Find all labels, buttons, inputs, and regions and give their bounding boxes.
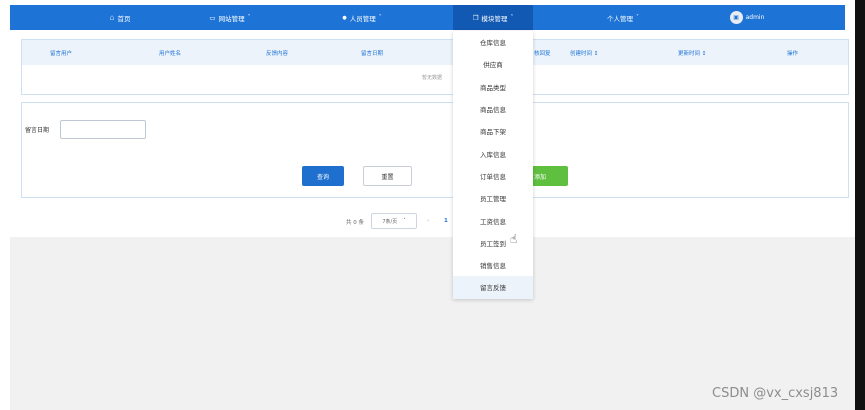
reset-button[interactable]: 重置	[363, 166, 412, 186]
th-name: 用户姓名	[159, 51, 182, 57]
user-icon: ●	[342, 14, 347, 21]
nav-item-label: 网站管理	[218, 14, 245, 23]
nav-user[interactable]: ▣ admin	[722, 5, 772, 30]
th-reply: 核回复	[534, 51, 551, 57]
dropdown-item-orders[interactable]: 订单信息	[453, 165, 533, 187]
chevron-down-icon: ˅	[403, 218, 406, 224]
dropdown-item-checkin[interactable]: 员工签到	[453, 232, 533, 254]
pointer-cursor-icon: ☝	[510, 232, 518, 246]
content-background	[10, 237, 855, 410]
window-edge	[855, 0, 865, 410]
dropdown-item-product-type[interactable]: 商品类型	[453, 76, 533, 98]
th-user: 留言用户	[50, 51, 73, 57]
user-name: admin	[745, 14, 765, 21]
data-table: 留言用户 用户姓名 反馈内容 留言日期 核回复 创建时间 ↕ 更新时间 ↕ 操作…	[21, 39, 849, 95]
dropdown-item-sales[interactable]: 销售信息	[453, 254, 533, 276]
copy-icon: ❐	[472, 13, 479, 22]
page: ⌂ 首页 ▭ 网站管理 ˅ ● 人员管理 ˅ ❐ 模块管理 ˄ 个人管理 ˅ ▣…	[0, 0, 855, 410]
th-date: 留言日期	[361, 51, 384, 57]
nav-item-staff[interactable]: ● 人员管理 ˅	[322, 5, 402, 30]
dropdown-item-feedback[interactable]: 留言反馈	[453, 276, 533, 299]
dropdown-item-staff[interactable]: 员工管理	[453, 187, 533, 209]
page-size-select[interactable]: 7条/页 ˅	[371, 213, 417, 229]
chevron-down-icon: ˅	[636, 14, 639, 21]
modules-dropdown: 仓库信息 供应商 商品类型 商品信息 商品下架 入库信息 订单信息 员工管理 工…	[453, 31, 533, 299]
page-size-value: 7条/页	[382, 218, 398, 225]
th-created[interactable]: 创建时间 ↕	[570, 49, 598, 57]
nav-item-label: 模块管理	[481, 14, 508, 23]
top-nav: ⌂ 首页 ▭ 网站管理 ˅ ● 人员管理 ˅ ❐ 模块管理 ˄ 个人管理 ˅ ▣…	[10, 5, 845, 30]
current-page[interactable]: 1	[444, 218, 448, 224]
monitor-icon: ▭	[209, 13, 216, 22]
dropdown-item-product-offshelf[interactable]: 商品下架	[453, 120, 533, 142]
add-button[interactable]: 添加	[532, 166, 568, 186]
chevron-down-icon: ˅	[247, 14, 251, 21]
th-content: 反馈内容	[266, 51, 289, 57]
query-button[interactable]: 查询	[302, 166, 344, 186]
search-panel: 留言日期 查询 重置 添加	[21, 102, 849, 198]
dropdown-item-supplier[interactable]: 供应商	[453, 53, 533, 75]
nav-item-label: 人员管理	[349, 14, 376, 23]
th-actions: 操作	[787, 51, 799, 57]
nav-item-website[interactable]: ▭ 网站管理 ˅	[195, 5, 265, 30]
home-icon: ⌂	[109, 13, 115, 22]
chevron-up-icon: ˄	[510, 14, 514, 21]
nav-item-personal[interactable]: 个人管理 ˅	[588, 5, 658, 30]
nav-item-home[interactable]: ⌂ 首页	[85, 5, 155, 30]
chevron-down-icon: ˅	[378, 14, 382, 21]
table-header: 留言用户 用户姓名 反馈内容 留言日期 核回复 创建时间 ↕ 更新时间 ↕ 操作	[22, 40, 848, 65]
avatar: ▣	[729, 11, 743, 24]
dropdown-item-warehouse[interactable]: 仓库信息	[453, 31, 533, 53]
watermark: CSDN @vx_cxsj813	[712, 386, 839, 401]
total-count: 共 0 条	[346, 220, 364, 226]
nav-item-label: 个人管理	[607, 14, 633, 23]
dropdown-item-stock-in[interactable]: 入库信息	[453, 142, 533, 164]
nav-item-modules[interactable]: ❐ 模块管理 ˄	[453, 5, 533, 30]
empty-text: 暂无数据	[422, 75, 443, 81]
dropdown-item-product-info[interactable]: 商品信息	[453, 98, 533, 120]
date-label: 留言日期	[25, 127, 50, 134]
dropdown-item-salary[interactable]: 工资信息	[453, 209, 533, 231]
nav-item-label: 首页	[117, 14, 131, 23]
th-updated[interactable]: 更新时间 ↕	[678, 49, 706, 57]
prev-page-button[interactable]: ‹	[427, 218, 429, 224]
date-input[interactable]	[60, 120, 146, 139]
